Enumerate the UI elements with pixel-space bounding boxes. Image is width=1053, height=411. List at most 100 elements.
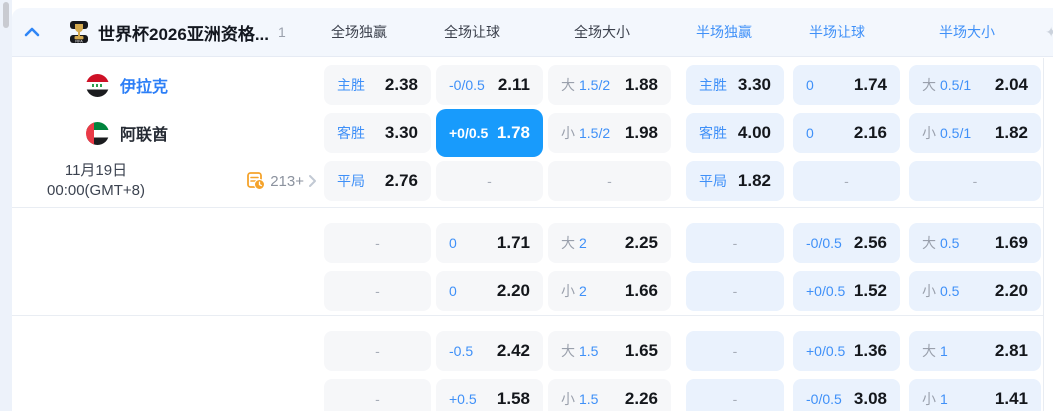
odds-cell[interactable]: -0/0.5 3.08	[793, 379, 900, 411]
odds-value: 1.74	[853, 75, 887, 94]
odds-value: 1.82	[994, 123, 1028, 142]
odds-cell[interactable]: +0/0.5 1.52	[793, 271, 900, 311]
odds-cell[interactable]: 0 1.71	[436, 223, 543, 263]
odds-value: 2.81	[994, 341, 1028, 360]
chevron-right-icon	[308, 174, 317, 188]
odds-cell[interactable]: 小 1 1.41	[909, 379, 1041, 411]
odds-cell[interactable]: -0.5 2.42	[436, 331, 543, 371]
odds-value: 3.30	[384, 123, 418, 142]
uae-flag-icon	[86, 121, 109, 145]
odds-cell[interactable]: 0 2.16	[793, 113, 900, 153]
column-headers: 全场独赢 全场让球 全场大小 半场独赢 半场让球 半场大小	[323, 8, 1041, 56]
league-title: 世界杯2026亚洲资格...	[98, 24, 269, 44]
away-team-row: 阿联酋 客胜 3.30 +0/0.5 1.78 小 1.5/2 1.98 客胜 4.00 0 2.1…	[12, 109, 1053, 157]
odds-cell-empty: -	[324, 223, 431, 263]
scrollbar-thumb[interactable]	[3, 2, 9, 28]
odds-label: 2	[579, 283, 587, 299]
iraq-flag-icon	[86, 73, 109, 97]
odds-label: 0.5	[940, 235, 960, 251]
odds-value: 3.08	[853, 389, 887, 408]
odds-cell[interactable]: 小 1.5 2.26	[548, 379, 671, 411]
odds-label: 0	[449, 235, 457, 251]
away-team-name: 阿联酋	[120, 127, 169, 144]
right-scrollbar-track	[1043, 58, 1053, 411]
odds-cell[interactable]: 0 2.20	[436, 271, 543, 311]
odds-cell[interactable]: 主胜 2.38	[324, 65, 431, 105]
odds-label: 1.5/2	[579, 77, 611, 93]
odds-cell-empty: -	[686, 379, 784, 411]
column-header-full-ou: 全场大小	[574, 24, 630, 40]
column-header-full-handicap: 全场让球	[444, 24, 500, 40]
odds-group-main: 伊拉克 主胜 2.38 -0/0.5 2.11 大 1.5/2 1.88 主胜 3.30 0 1.7…	[12, 57, 1053, 208]
league-header-left: FIFA 世界杯2026亚洲资格... 1	[12, 8, 323, 56]
odds-cell[interactable]: 小 0.5/1 1.82	[909, 113, 1041, 153]
ou-prefix: 大	[922, 343, 936, 359]
odds-value: 1.41	[994, 389, 1028, 408]
home-team-name: 伊拉克	[120, 79, 169, 96]
odds-cell[interactable]: 主胜 3.30	[686, 65, 784, 105]
odds-value: 2.38	[384, 75, 418, 94]
odds-cell[interactable]: 小 2 1.66	[548, 271, 671, 311]
odds-cell-empty: -	[436, 161, 543, 201]
home-team: 伊拉克	[12, 61, 323, 109]
odds-cell[interactable]: 客胜 4.00	[686, 113, 784, 153]
svg-text:FIFA: FIFA	[75, 40, 83, 44]
empty-team-col	[12, 267, 323, 315]
odds-cell[interactable]: 大 1 2.81	[909, 331, 1041, 371]
collapse-button[interactable]	[22, 22, 42, 42]
odds-label: +0/0.5	[806, 343, 846, 359]
odds-value: 1.82	[737, 171, 771, 190]
more-markets-link[interactable]: 213+	[247, 172, 317, 190]
odds-label: 平局	[699, 173, 727, 189]
odds-cell[interactable]: 平局 2.76	[324, 161, 431, 201]
match-time: 00:00(GMT+8)	[47, 182, 145, 199]
odds-row: -0 2.20 小 2 1.66- +0/0.5 1.52 小 0.5 2.20	[12, 267, 1053, 315]
odds-label: +0/0.5	[449, 125, 489, 141]
odds-cell-empty: -	[686, 331, 784, 371]
odds-cell[interactable]: 客胜 3.30	[324, 113, 431, 153]
odds-value: 1.69	[994, 233, 1028, 252]
odds-cell[interactable]: 大 2 2.25	[548, 223, 671, 263]
odds-label: 客胜	[699, 125, 727, 141]
left-scrollbar-track	[0, 0, 12, 411]
odds-cell[interactable]: 小 0.5 2.20	[909, 271, 1041, 311]
odds-cell[interactable]: 大 0.5 1.69	[909, 223, 1041, 263]
empty-team-col	[12, 219, 323, 267]
odds-cell[interactable]: -0/0.5 2.56	[793, 223, 900, 263]
draw-info-row: 11月19日 00:00(GMT+8) 213+ 平局 2.76 - - 平局 …	[12, 157, 1053, 205]
odds-label: -0/0.5	[806, 391, 842, 407]
odds-label: 客胜	[337, 125, 365, 141]
odds-cell[interactable]: 平局 1.82	[686, 161, 784, 201]
odds-label: 0.5	[940, 283, 960, 299]
odds-cell[interactable]: +0.5 1.58	[436, 379, 543, 411]
ou-prefix: 小	[561, 391, 575, 407]
odds-label: 2	[579, 235, 587, 251]
ou-prefix: 小	[561, 283, 575, 299]
column-header-full-1x2: 全场独赢	[331, 24, 387, 40]
odds-cell[interactable]: 小 1.5/2 1.98	[548, 113, 671, 153]
match-count: 1	[278, 24, 286, 40]
odds-value: 2.11	[497, 75, 530, 94]
empty-team-col	[12, 375, 323, 411]
empty-team-col	[12, 327, 323, 375]
odds-group-alt-lines-1: -0 1.71 大 2 2.25- -0/0.5 2.56 大 0.5 1.69 -0 2.20 小 2…	[12, 208, 1053, 316]
odds-cell[interactable]: -0/0.5 2.11	[436, 65, 543, 105]
ou-prefix: 大	[922, 77, 936, 93]
odds-cell[interactable]: +0/0.5 1.36	[793, 331, 900, 371]
odds-cell[interactable]: 0 1.74	[793, 65, 900, 105]
odds-cell[interactable]: 大 0.5/1 2.04	[909, 65, 1041, 105]
odds-value: 2.56	[853, 233, 887, 252]
ou-prefix: 大	[922, 235, 936, 251]
odds-value: 2.25	[624, 233, 658, 252]
odds-value: 2.04	[994, 75, 1028, 94]
odds-row: - -0.5 2.42 大 1.5 1.65- +0/0.5 1.36 大 1 2.81	[12, 327, 1053, 375]
column-header-half-1x2: 半场独赢	[696, 24, 752, 40]
odds-cell-selected[interactable]: +0/0.5 1.78	[436, 109, 543, 157]
odds-value: 1.71	[496, 233, 530, 252]
odds-cell[interactable]: 大 1.5 1.65	[548, 331, 671, 371]
odds-cell-empty: -	[793, 161, 900, 201]
odds-cell[interactable]: 大 1.5/2 1.88	[548, 65, 671, 105]
odds-value: 1.52	[853, 281, 887, 300]
odds-value: 2.76	[384, 171, 418, 190]
odds-cell-empty: -	[909, 161, 1041, 201]
